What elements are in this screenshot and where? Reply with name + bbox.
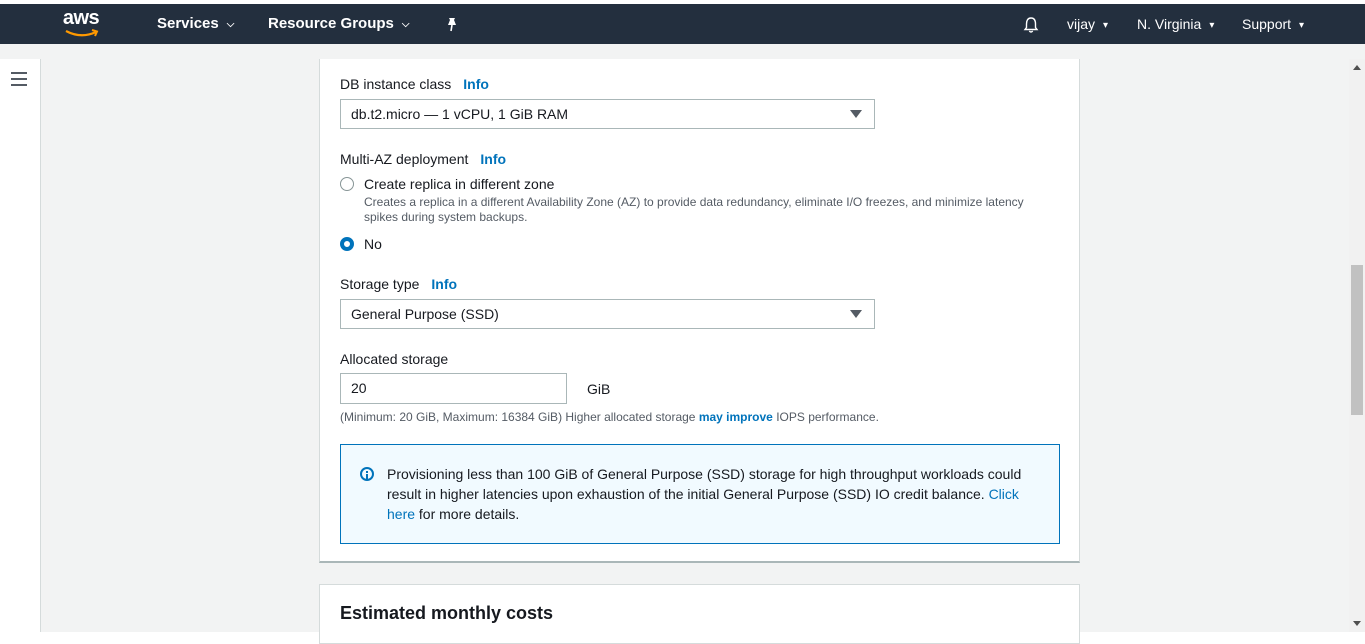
multi-az-info-link[interactable]: Info <box>480 151 506 167</box>
storage-type-info-link[interactable]: Info <box>431 276 457 292</box>
db-instance-class-label: DB instance class Info <box>340 76 489 92</box>
scroll-up-arrow-icon[interactable] <box>1353 65 1361 70</box>
resource-groups-label: Resource Groups <box>268 15 394 32</box>
storage-type-text: Storage type <box>340 276 420 292</box>
chevron-down-icon: ⌵ <box>401 19 410 30</box>
storage-info-alert: Provisioning less than 100 GiB of Genera… <box>340 444 1060 544</box>
estimated-monthly-costs-heading: Estimated monthly costs <box>340 603 554 623</box>
multi-az-label: Multi-AZ deployment Info <box>340 151 506 167</box>
hint-text-after: IOPS performance. <box>772 410 879 424</box>
storage-type-value: General Purpose (SSD) <box>351 306 499 322</box>
hamburger-menu-icon[interactable] <box>11 72 27 86</box>
replica-option-description: Creates a replica in a different Availab… <box>364 195 1024 224</box>
hint-text-before: (Minimum: 20 GiB, Maximum: 16384 GiB) Hi… <box>340 410 699 424</box>
chevron-down-icon: ▾ <box>1209 20 1215 31</box>
resource-groups-menu[interactable]: Resource Groups ⌵ <box>268 4 409 44</box>
user-label: vijay <box>1067 16 1096 32</box>
user-menu[interactable]: vijay ▾ <box>1067 4 1108 44</box>
left-navigation-rail <box>0 59 41 632</box>
db-instance-class-select[interactable]: db.t2.micro — 1 vCPU, 1 GiB RAM <box>340 99 875 129</box>
no-option-label[interactable]: No <box>364 236 382 252</box>
top-navigation-bar: aws Services ⌵ Resource Groups ⌵ vijay ▾ N.… <box>0 4 1365 44</box>
region-menu[interactable]: N. Virginia ▾ <box>1137 4 1214 44</box>
replica-radio[interactable] <box>340 177 354 191</box>
no-replica-radio[interactable] <box>340 237 354 251</box>
storage-unit-label: GiB <box>587 381 611 397</box>
region-label: N. Virginia <box>1137 16 1202 32</box>
chevron-down-icon: ▾ <box>1299 20 1305 31</box>
support-menu[interactable]: Support ▾ <box>1242 4 1304 44</box>
multi-az-text: Multi-AZ deployment <box>340 151 469 167</box>
alert-message: Provisioning less than 100 GiB of Genera… <box>387 464 1047 524</box>
replica-option-label[interactable]: Create replica in different zone <box>364 176 554 192</box>
db-instance-class-text: DB instance class <box>340 76 452 92</box>
chevron-down-icon: ▾ <box>1103 20 1109 31</box>
services-label: Services <box>157 15 219 32</box>
header-shadow-strip <box>0 44 1365 59</box>
storage-type-select[interactable]: General Purpose (SSD) <box>340 299 875 329</box>
scroll-down-arrow-icon[interactable] <box>1353 621 1361 626</box>
db-instance-class-info-link[interactable]: Info <box>463 76 489 92</box>
dropdown-arrow-icon <box>850 310 862 318</box>
vertical-scrollbar[interactable] <box>1349 59 1365 632</box>
scrollbar-thumb[interactable] <box>1351 265 1363 415</box>
aws-logo[interactable]: aws <box>60 7 102 39</box>
allocated-storage-input[interactable]: 20 <box>340 373 567 404</box>
alert-message-suffix: for more details. <box>415 506 520 522</box>
chevron-down-icon: ⌵ <box>226 19 235 30</box>
allocated-storage-label: Allocated storage <box>340 351 449 367</box>
aws-logo-text: aws <box>62 7 100 29</box>
aws-smile-icon <box>65 29 99 37</box>
may-improve-link[interactable]: may improve <box>699 410 773 424</box>
storage-type-label: Storage type Info <box>340 276 457 292</box>
db-instance-class-value: db.t2.micro — 1 vCPU, 1 GiB RAM <box>351 106 569 122</box>
bell-icon[interactable] <box>1022 16 1040 34</box>
alert-message-text: Provisioning less than 100 GiB of Genera… <box>387 466 1022 502</box>
dropdown-arrow-icon <box>850 110 862 118</box>
services-menu[interactable]: Services ⌵ <box>157 4 234 44</box>
support-label: Support <box>1242 16 1292 32</box>
pin-icon[interactable] <box>444 16 460 32</box>
info-circle-icon <box>360 467 374 481</box>
allocated-storage-hint: (Minimum: 20 GiB, Maximum: 16384 GiB) Hi… <box>340 410 879 424</box>
